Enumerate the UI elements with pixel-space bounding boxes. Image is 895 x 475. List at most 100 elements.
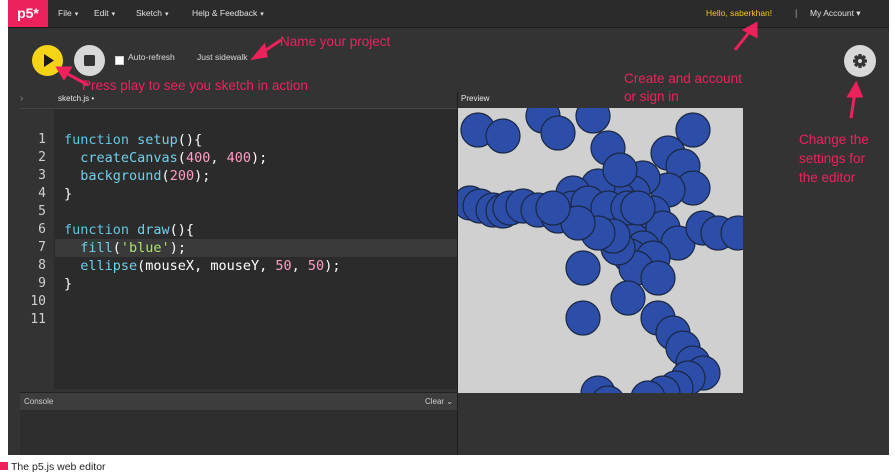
user-greeting[interactable]: Hello, saberkhan! <box>706 0 772 27</box>
sketch-ellipse <box>575 108 611 134</box>
code-token: ellipse <box>64 258 138 274</box>
code-line: } <box>64 275 72 293</box>
console-header[interactable]: Console Clear ⌄ <box>20 392 457 411</box>
play-button[interactable] <box>32 45 63 76</box>
menu-sketch[interactable]: Sketch ▾ <box>136 0 169 27</box>
annotation-create-account-1: Create and account <box>624 71 742 86</box>
line-number: 11 <box>30 312 46 327</box>
figure-caption: The p5.js web editor <box>0 459 106 475</box>
preview-label: Preview <box>461 94 490 103</box>
code-token: , <box>194 258 211 274</box>
code-editor[interactable]: 1 2 3 4 5 6 7 8 9 10 11 function setup(){ createCa… <box>20 108 457 389</box>
code-token: background <box>64 168 162 184</box>
line-number: 6 <box>38 222 46 237</box>
line-number: 7 <box>38 240 46 255</box>
code-token: 200 <box>169 168 195 184</box>
sketch-ellipse <box>565 300 601 336</box>
code-token: ); <box>194 168 211 184</box>
menu-file[interactable]: File ▾ <box>58 0 78 27</box>
code-token: ); <box>169 240 186 256</box>
arrow-head-settings <box>846 80 864 98</box>
line-number: 10 <box>30 294 46 309</box>
sketch-ellipse <box>640 260 676 296</box>
code-token: , <box>291 258 308 274</box>
line-number: 1 <box>38 132 46 147</box>
stop-button[interactable] <box>74 45 105 76</box>
code-token: ); <box>250 150 268 166</box>
code-line: } <box>64 185 72 203</box>
code-token: function <box>64 132 138 148</box>
sketch-ellipse <box>610 280 646 316</box>
sketch-ellipse <box>535 190 571 226</box>
line-number-gutter: 1 2 3 4 5 6 7 8 9 10 11 <box>20 109 55 389</box>
code-token: 'blue' <box>120 240 170 256</box>
stop-icon <box>84 55 95 66</box>
arrow-project-name <box>259 38 282 56</box>
caption-text: The p5.js web editor <box>11 461 106 473</box>
menu-sketch-label: Sketch <box>136 8 162 18</box>
annotation-press-play: Press play to see you sketch in action <box>82 78 308 93</box>
caption-marker <box>0 462 8 470</box>
menu-edit[interactable]: Edit ▾ <box>94 0 115 27</box>
play-icon <box>44 54 54 67</box>
annotation-settings-2: settings for <box>799 151 866 166</box>
chevron-down-icon: ▾ <box>260 11 264 18</box>
code-line: ellipse(mouseX, mouseY, 50, 50); <box>64 257 340 275</box>
annotation-name-project: Name your project <box>280 34 391 49</box>
project-name[interactable]: Just sidewalk <box>197 52 248 62</box>
code-token: ); <box>324 258 341 274</box>
code-token: fill <box>64 240 113 256</box>
arrow-settings <box>849 91 857 119</box>
menu-edit-label: Edit <box>94 8 109 18</box>
code-token: ( <box>177 150 186 166</box>
console-clear-button[interactable]: Clear ⌄ <box>425 397 453 406</box>
code-token: 50 <box>275 258 292 274</box>
p5-logo[interactable]: p5* <box>8 0 48 27</box>
sidebar-toggle-icon[interactable]: › <box>20 93 23 104</box>
preview-canvas[interactable] <box>458 108 743 393</box>
code-token: } <box>64 186 73 202</box>
code-token: 400 <box>226 150 251 166</box>
annotation-settings-3: the editor <box>799 170 856 185</box>
code-token: createCanvas <box>64 150 178 166</box>
code-token: setup <box>137 132 178 148</box>
console-output <box>20 410 457 455</box>
line-number: 4 <box>38 186 46 201</box>
code-token: 50 <box>307 258 325 274</box>
settings-button[interactable] <box>844 45 876 77</box>
menu-file-label: File <box>58 8 72 18</box>
chevron-down-icon: ▾ <box>165 11 169 18</box>
code-line: createCanvas(400, 400); <box>64 149 267 167</box>
gear-icon <box>853 54 867 68</box>
annotation-create-account-2: or sign in <box>624 89 679 104</box>
nav-separator: | <box>795 8 798 18</box>
code-token: ( <box>112 240 121 256</box>
code-line: function setup(){ <box>64 131 202 149</box>
sketch-ellipse <box>485 118 521 154</box>
code-token: 400 <box>185 150 211 166</box>
line-number: 5 <box>38 204 46 219</box>
line-number: 8 <box>38 258 46 273</box>
line-number: 9 <box>38 276 46 291</box>
code-line: fill('blue'); <box>64 239 186 257</box>
sketch-output <box>458 108 743 393</box>
code-token: } <box>64 276 73 292</box>
menu-help-feedback[interactable]: Help & Feedback ▾ <box>192 0 264 27</box>
arrow-account <box>733 29 753 51</box>
auto-refresh-checkbox[interactable] <box>115 56 124 65</box>
chevron-down-icon: ▾ <box>111 11 116 18</box>
line-number: 3 <box>38 168 46 183</box>
file-tab-sketch-js[interactable]: sketch.js • <box>58 94 94 103</box>
pencil-icon[interactable]: ✎ <box>255 52 262 61</box>
top-nav: p5* File ▾ Edit ▾ Sketch ▾ Help & Feedback ▾… <box>8 0 889 28</box>
annotation-settings-1: Change the <box>799 132 869 147</box>
code-token: draw <box>137 222 170 238</box>
auto-refresh-label: Auto-refresh <box>128 52 175 62</box>
code-token: , <box>259 258 276 274</box>
line-number: 2 <box>38 150 46 165</box>
code-line: background(200); <box>64 167 210 185</box>
code-token: (){ <box>177 132 203 148</box>
code-line: function draw(){ <box>64 221 194 239</box>
my-account-menu[interactable]: My Account ▾ <box>810 0 861 27</box>
code-token: ( <box>161 168 170 184</box>
